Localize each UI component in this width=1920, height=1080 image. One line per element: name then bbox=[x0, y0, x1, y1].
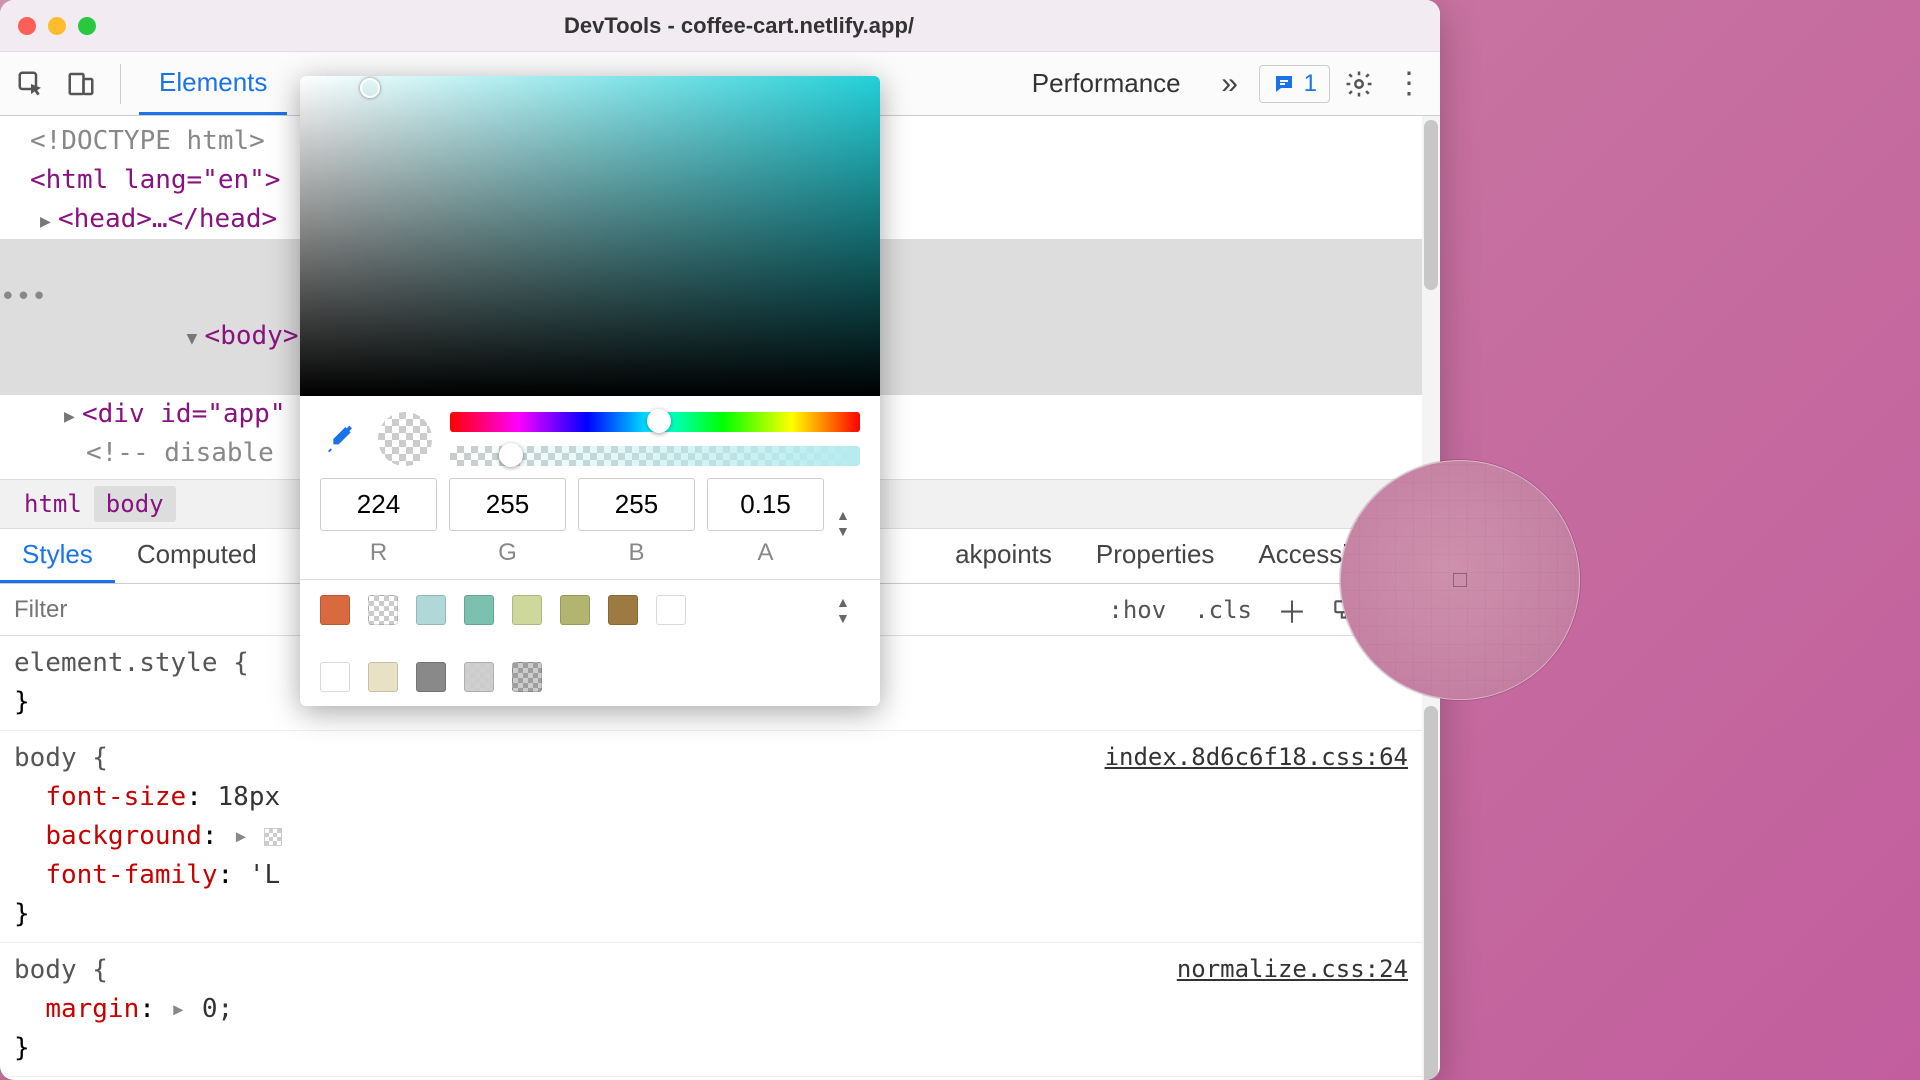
devtools-window: DevTools - coffee-cart.netlify.app/ Elem… bbox=[0, 0, 1440, 1080]
swatch[interactable] bbox=[512, 595, 542, 625]
scroll-thumb[interactable] bbox=[1424, 706, 1438, 1080]
tab-elements[interactable]: Elements bbox=[139, 52, 287, 115]
issues-badge[interactable]: 1 bbox=[1259, 65, 1330, 103]
window-controls bbox=[18, 17, 96, 35]
spectrum-handle[interactable] bbox=[360, 78, 380, 98]
rule-source-link[interactable]: index.8d6c6f18.css:64 bbox=[1105, 739, 1408, 775]
alpha-slider[interactable] bbox=[450, 446, 860, 466]
subtab-styles[interactable]: Styles bbox=[0, 529, 115, 583]
inspect-icon[interactable] bbox=[10, 63, 52, 105]
swatch[interactable] bbox=[416, 595, 446, 625]
gear-icon[interactable] bbox=[1338, 63, 1380, 105]
subtab-breakpoints[interactable]: akpoints bbox=[933, 529, 1074, 583]
spectrum-field[interactable] bbox=[300, 76, 880, 396]
swatch[interactable] bbox=[464, 662, 494, 692]
magnifier-crosshair bbox=[1453, 573, 1467, 587]
color-picker: R G B A ▲▼ ▲▼ bbox=[300, 76, 880, 706]
swatch[interactable] bbox=[560, 595, 590, 625]
swatch[interactable] bbox=[464, 595, 494, 625]
swatch[interactable] bbox=[416, 662, 446, 692]
kebab-icon[interactable]: ⋮ bbox=[1388, 63, 1430, 105]
tab-performance[interactable]: Performance bbox=[1012, 52, 1201, 115]
r-label: R bbox=[370, 539, 387, 567]
color-swatch[interactable] bbox=[264, 828, 282, 846]
swatch[interactable] bbox=[512, 662, 542, 692]
minimize-window[interactable] bbox=[48, 17, 66, 35]
eyedropper-icon[interactable] bbox=[320, 419, 360, 459]
swatch[interactable] bbox=[320, 662, 350, 692]
add-rule-icon[interactable]: ＋ bbox=[1274, 592, 1310, 628]
maximize-window[interactable] bbox=[78, 17, 96, 35]
alpha-handle[interactable] bbox=[499, 443, 523, 467]
hue-slider[interactable] bbox=[450, 412, 860, 432]
dom-overflow-icon[interactable]: ••• bbox=[0, 278, 47, 317]
b-input[interactable] bbox=[578, 478, 695, 531]
a-label: A bbox=[757, 539, 773, 567]
hue-handle[interactable] bbox=[647, 409, 671, 433]
rule-source-link[interactable]: normalize.css:24 bbox=[1177, 951, 1408, 987]
rule-body-index[interactable]: index.8d6c6f18.css:64 body { font-size: … bbox=[0, 731, 1422, 943]
subtab-properties[interactable]: Properties bbox=[1074, 529, 1237, 583]
g-input[interactable] bbox=[449, 478, 566, 531]
crumb-html[interactable]: html bbox=[12, 486, 94, 522]
issues-count: 1 bbox=[1304, 70, 1317, 98]
titlebar: DevTools - coffee-cart.netlify.app/ bbox=[0, 0, 1440, 52]
swatch[interactable] bbox=[656, 595, 686, 625]
palette-swatches: ▲▼ bbox=[300, 579, 880, 706]
cls-button[interactable]: .cls bbox=[1180, 596, 1266, 624]
color-preview bbox=[378, 412, 432, 466]
r-input[interactable] bbox=[320, 478, 437, 531]
swatch[interactable] bbox=[320, 595, 350, 625]
a-input[interactable] bbox=[707, 478, 824, 531]
scroll-thumb[interactable] bbox=[1424, 120, 1438, 290]
rule-body-normalize[interactable]: normalize.css:24 body { margin: ▸ 0; } bbox=[0, 943, 1422, 1077]
device-mode-icon[interactable] bbox=[60, 63, 102, 105]
chat-icon bbox=[1272, 72, 1296, 96]
format-switch-icon[interactable]: ▲▼ bbox=[836, 507, 860, 539]
swatch[interactable] bbox=[368, 662, 398, 692]
hov-button[interactable]: :hov bbox=[1094, 596, 1180, 624]
b-label: B bbox=[628, 539, 644, 567]
g-label: G bbox=[498, 539, 517, 567]
subtab-computed[interactable]: Computed bbox=[115, 529, 279, 583]
eyedropper-magnifier[interactable] bbox=[1340, 460, 1580, 700]
swatch[interactable] bbox=[368, 595, 398, 625]
close-window[interactable] bbox=[18, 17, 36, 35]
window-title: DevTools - coffee-cart.netlify.app/ bbox=[116, 13, 1362, 39]
swatch[interactable] bbox=[608, 595, 638, 625]
palette-switch-icon[interactable]: ▲▼ bbox=[836, 594, 860, 626]
crumb-body[interactable]: body bbox=[94, 486, 176, 522]
more-tabs-icon[interactable]: » bbox=[1209, 63, 1251, 105]
